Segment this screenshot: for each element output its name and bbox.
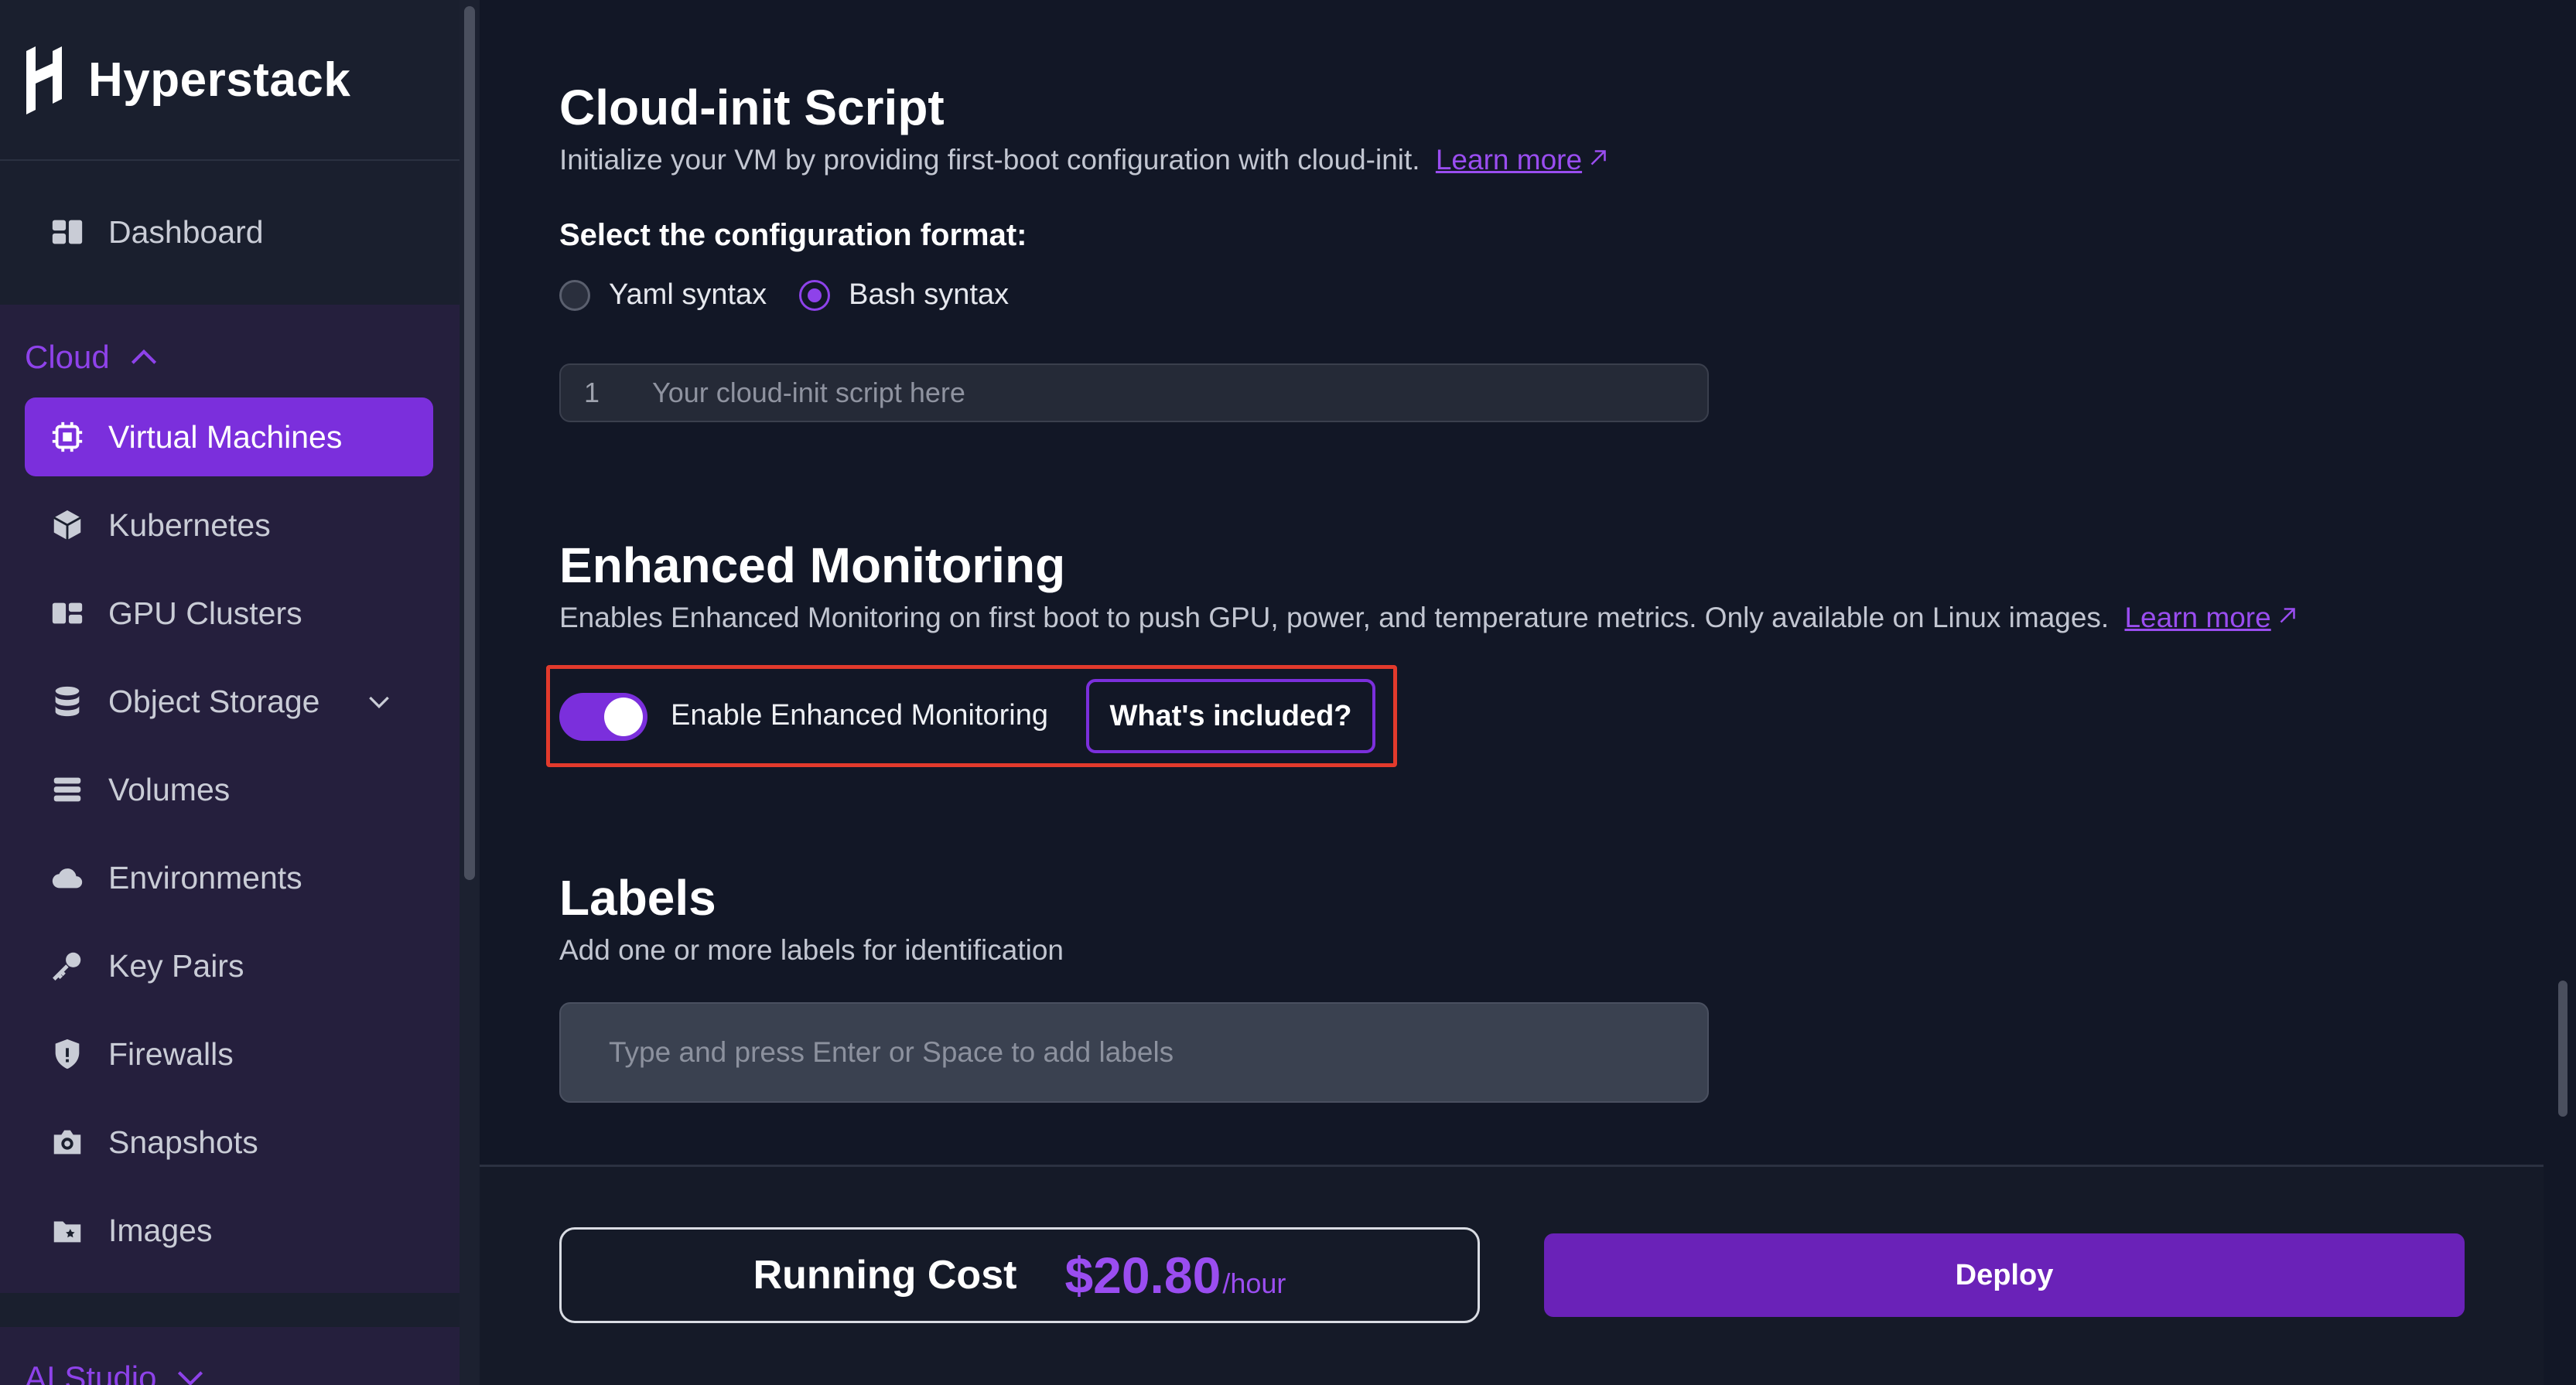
chevron-up-icon [131, 349, 156, 364]
sidebar-item-virtual-machines[interactable]: Virtual Machines [25, 397, 433, 476]
brand-header[interactable]: Hyperstack [0, 0, 460, 161]
learn-more-label: Learn more [1435, 144, 1583, 176]
external-link-icon [1590, 150, 1606, 165]
sidebar-item-gpu-clusters[interactable]: GPU Clusters [0, 569, 460, 657]
enhanced-monitoring-toggle[interactable] [559, 693, 647, 741]
image-icon [50, 1213, 85, 1248]
sidebar-item-object-storage[interactable]: Object Storage [0, 657, 460, 745]
labels-title: Labels [559, 870, 716, 926]
sidebar-scrollbar[interactable] [464, 6, 475, 880]
enhanced-monitoring-description: Enables Enhanced Monitoring on first boo… [559, 602, 2301, 634]
external-link-icon [2280, 608, 2295, 623]
sidebar-item-key-pairs[interactable]: Key Pairs [0, 922, 460, 1010]
sidebar-item-label: Images [108, 1212, 213, 1248]
sidebar-item-label: Object Storage [108, 683, 320, 719]
sidebar-item-firewalls[interactable]: Firewalls [0, 1010, 460, 1098]
enhanced-monitoring-title: Enhanced Monitoring [559, 537, 1066, 593]
sidebar-item-label: GPU Clusters [108, 595, 302, 631]
ai-studio-group-label: AI Studio [25, 1359, 157, 1385]
cloud-init-description-text: Initialize your VM by providing first-bo… [559, 144, 1420, 176]
database-icon [50, 684, 85, 719]
labels-description: Add one or more labels for identificatio… [559, 934, 1064, 966]
shield-icon [50, 1036, 85, 1072]
sidebar-item-environments[interactable]: Environments [0, 834, 460, 922]
sidebar-item-label: Firewalls [108, 1035, 234, 1072]
hyperstack-logo-icon [26, 46, 62, 114]
sidebar-item-dashboard[interactable]: Dashboard [0, 192, 264, 272]
cloud-group: Cloud Virtual Machines Kubernetes GPU Cl… [0, 305, 460, 1293]
bash-syntax-radio[interactable] [799, 279, 831, 311]
labels-input[interactable]: Type and press Enter or Space to add lab… [559, 1002, 1709, 1103]
running-cost-value: $20.80 [1064, 1247, 1221, 1304]
sidebar-item-label: Dashboard [108, 213, 264, 250]
yaml-syntax-label[interactable]: Yaml syntax [609, 278, 767, 312]
sidebar-item-label: Environments [108, 859, 302, 895]
learn-more-label: Learn more [2124, 602, 2271, 633]
ai-studio-group-header[interactable]: AI Studio [0, 1355, 460, 1385]
sidebar-item-images[interactable]: Images [0, 1186, 460, 1274]
cloud-init-description: Initialize your VM by providing first-bo… [559, 144, 1611, 176]
enhanced-monitoring-description-text: Enables Enhanced Monitoring on first boo… [559, 602, 2110, 633]
sidebar-item-label: Virtual Machines [108, 418, 343, 455]
brand-name: Hyperstack [88, 53, 351, 107]
cube-icon [50, 507, 85, 543]
running-cost-unit: /hour [1222, 1267, 1286, 1299]
ai-studio-group: AI Studio [0, 1327, 460, 1385]
cluster-icon [50, 595, 85, 631]
cloud-icon [50, 860, 85, 895]
enhanced-monitoring-learn-more-link[interactable]: Learn more [2124, 602, 2300, 633]
cloud-init-script-editor[interactable]: 1 Your cloud-init script here [559, 363, 1709, 422]
running-cost-label: Running Cost [753, 1253, 1017, 1298]
sidebar: Hyperstack Dashboard Cloud Virtual Machi… [0, 0, 460, 1385]
cloud-group-label: Cloud [25, 339, 110, 375]
sidebar-item-kubernetes[interactable]: Kubernetes [0, 481, 460, 569]
camera-icon [50, 1124, 85, 1160]
bash-syntax-label[interactable]: Bash syntax [849, 278, 1009, 312]
config-format-label: Select the configuration format: [559, 218, 1027, 252]
sidebar-item-snapshots[interactable]: Snapshots [0, 1098, 460, 1186]
deploy-button[interactable]: Deploy [1544, 1233, 2465, 1317]
main-scrollbar[interactable] [2558, 981, 2567, 1117]
sidebar-item-volumes[interactable]: Volumes [0, 745, 460, 834]
editor-line-number: 1 [584, 377, 600, 408]
running-cost-box: Running Cost $20.80 /hour [559, 1227, 1480, 1323]
volumes-icon [50, 772, 85, 807]
sidebar-item-label: Key Pairs [108, 947, 244, 984]
whats-included-button[interactable]: What's included? [1086, 679, 1375, 753]
cloud-init-learn-more-link[interactable]: Learn more [1436, 144, 1611, 176]
config-format-radio-group: Yaml syntax Bash syntax [559, 278, 1041, 312]
enhanced-monitoring-toggle-label[interactable]: Enable Enhanced Monitoring [671, 699, 1048, 732]
sidebar-item-label: Snapshots [108, 1124, 258, 1160]
editor-placeholder: Your cloud-init script here [652, 377, 965, 408]
yaml-syntax-radio[interactable] [559, 279, 590, 311]
cloud-group-header[interactable]: Cloud [0, 326, 460, 388]
chevron-down-icon [178, 1371, 203, 1385]
cpu-chip-icon [50, 419, 85, 455]
chevron-down-icon[interactable] [364, 686, 395, 717]
deploy-footer: Running Cost $20.80 /hour Deploy [480, 1165, 2544, 1385]
dashboard-icon [50, 214, 85, 250]
sidebar-item-label: Kubernetes [108, 507, 271, 543]
main-content: Cloud-init Script Initialize your VM by … [480, 0, 2553, 1385]
sidebar-item-label: Volumes [108, 771, 231, 807]
key-icon [50, 948, 85, 984]
cloud-init-title: Cloud-init Script [559, 80, 945, 135]
